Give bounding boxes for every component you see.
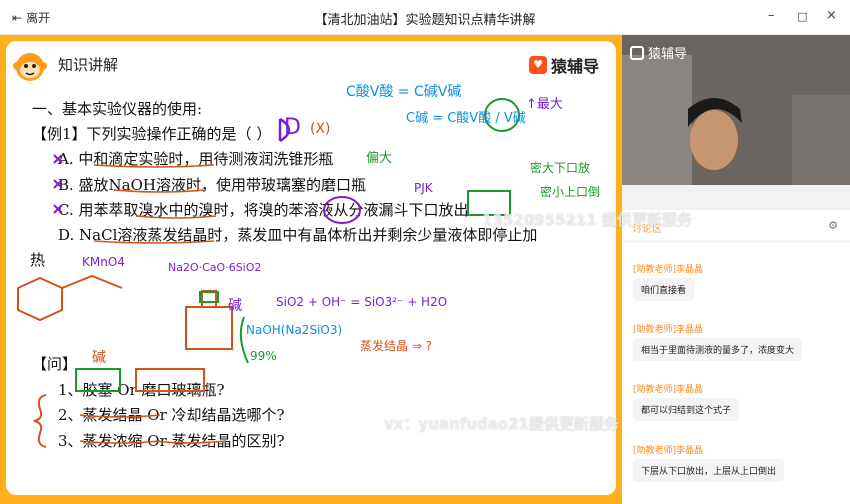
hw-kmno4: KMnO4 <box>82 255 125 269</box>
brand-mark-icon <box>630 45 644 60</box>
hw-glass-formula: Na2O·CaO·6SiO2 <box>168 261 262 274</box>
maximize-button[interactable]: □ <box>797 10 807 23</box>
watermark-phone: 13520955211 提供更新服务 <box>482 211 693 229</box>
settings-icon[interactable]: ⚙ <box>828 219 838 232</box>
message-text: 相当于里面待测液的量多了，浓度变大 <box>633 338 803 361</box>
watermark-wechat: vx：yuanfudao21提供更新服务 <box>384 415 619 433</box>
message-text: 咱们直接看 <box>633 278 695 301</box>
message-sender: [助教老师]李晶晶 <box>633 385 704 395</box>
video-brand: 猿辅导 <box>630 43 687 62</box>
window-title: 【清北加油站】实验题知识点精华讲解 <box>314 13 536 28</box>
hw-note-upper: 密大下口放 <box>530 161 591 175</box>
close-button[interactable]: × <box>826 8 837 23</box>
minimize-button[interactable]: – <box>768 8 775 23</box>
hw-question-base: 碱 <box>92 350 106 366</box>
hw-answer: D <box>284 115 301 140</box>
hw-note-pj: PJK <box>414 181 433 195</box>
title-bar: ⇤ 离开 【清北加油站】实验题知识点精华讲解 – □ × <box>0 0 850 35</box>
hw-naoh-label: NaOH(Na2SiO3) <box>246 323 343 337</box>
hw-formula-1: C酸V酸 = C碱V碱 <box>346 84 462 100</box>
hw-formula-2: C碱 = C酸V酸 / V碱 <box>406 111 526 126</box>
message-text: 都可以归结到这个式子 <box>633 398 740 421</box>
teacher-video: 猿辅导 <box>622 35 850 210</box>
hw-note-big: 偏大 <box>366 151 393 166</box>
hw-note-lower: 密小上口倒 <box>540 185 601 199</box>
hw-percent: 99% <box>250 349 277 363</box>
hw-cross: (X) <box>310 121 331 137</box>
message-sender: [助教老师]李晶晶 <box>633 325 704 335</box>
hw-reaction: SiO2 + OH⁻ = SiO3²⁻ + H2O <box>276 295 448 309</box>
live-class-window: ⇤ 离开 【清北加油站】实验题知识点精华讲解 – □ × 知识讲解 ♥ 猿辅导 <box>0 0 850 504</box>
video-brand-name: 猿辅导 <box>648 47 688 62</box>
hw-note-max: ↑最大 <box>526 97 563 112</box>
discussion-panel: 讨论区 ⚙ [助教老师]李晶晶 咱们直接看 [助教老师]李晶晶 相当于里面待测液… <box>622 210 850 504</box>
hw-evap: 蒸发结晶 ⇒ ? <box>360 339 433 353</box>
message-sender: [助教老师]李晶晶 <box>633 265 704 275</box>
message-sender: [助教老师]李晶晶 <box>633 446 704 456</box>
hw-base: 碱 <box>228 298 242 314</box>
message-text: 下层从下口放出，上层从上口倒出 <box>633 459 785 482</box>
